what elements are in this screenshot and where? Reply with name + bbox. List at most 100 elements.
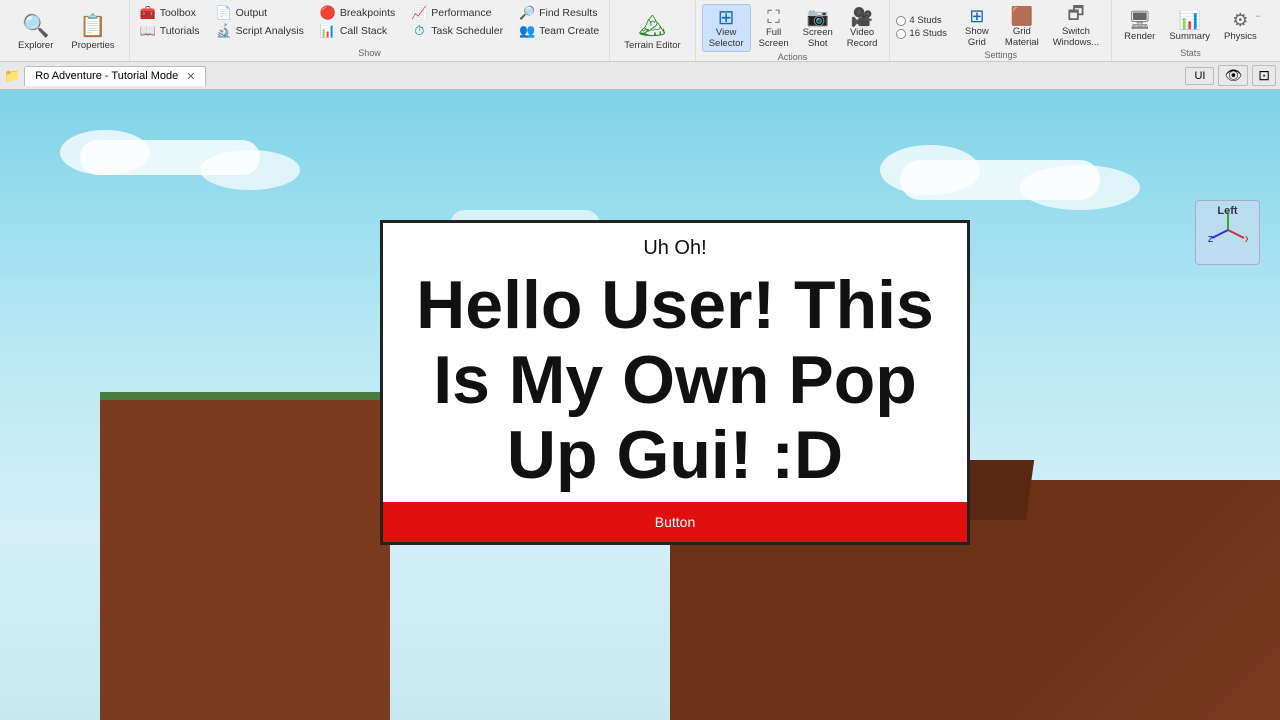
render-icon: 🖥 bbox=[1130, 11, 1150, 31]
breakpoints-icon: 🔴 bbox=[320, 5, 336, 21]
full-screen-label: FullScreen bbox=[759, 27, 789, 49]
cloud-5 bbox=[880, 145, 980, 195]
tutorials-button[interactable]: 📖 Tutorials bbox=[136, 22, 204, 40]
16-studs-label: 16 Studs bbox=[909, 28, 947, 39]
physics-icon: ⚙ bbox=[1230, 11, 1250, 31]
summary-label: Summary bbox=[1169, 31, 1210, 42]
video-record-button[interactable]: 🎥 VideoRecord bbox=[841, 5, 884, 51]
toolbox-button[interactable]: 🧰 Toolbox bbox=[136, 4, 204, 22]
grid-material-icon: 🟫 bbox=[1012, 6, 1032, 26]
tab-icon-area: 📁 bbox=[4, 68, 20, 84]
physics-label: Physics bbox=[1224, 31, 1257, 42]
task-scheduler-icon: ⏱ bbox=[411, 23, 427, 39]
explorer-label: Explorer bbox=[18, 40, 53, 51]
explorer-icon: 🔍 bbox=[22, 12, 50, 40]
toolbar-group-settings: 4 Studs 16 Studs ⊞ ShowGrid 🟫 GridMateri… bbox=[890, 0, 1112, 61]
terrain-brown-left bbox=[100, 400, 390, 720]
screen-shot-button[interactable]: 📷 ScreenShot bbox=[797, 5, 839, 51]
toolbar-group-stats: 🖥 Render 📊 Summary ⚙ Physics − Stats bbox=[1112, 0, 1269, 61]
toolbox-tutorials-group: 🧰 Toolbox 📖 Tutorials bbox=[136, 4, 204, 40]
explorer-button[interactable]: 🔍 Explorer bbox=[10, 10, 61, 53]
find-team-group: 🔎 Find Results 👥 Team Create bbox=[515, 4, 603, 40]
ro-adventure-tab[interactable]: Ro Adventure - Tutorial Mode ✕ bbox=[24, 66, 206, 86]
full-screen-icon: ⛶ bbox=[764, 7, 784, 27]
visibility-button[interactable]: 👁 bbox=[1218, 65, 1248, 86]
4-studs-radio[interactable] bbox=[896, 16, 906, 26]
tab-close-button[interactable]: ✕ bbox=[186, 70, 195, 83]
popup-button[interactable]: Button bbox=[383, 502, 967, 542]
cloud-6 bbox=[1020, 165, 1140, 210]
svg-text:Y: Y bbox=[1225, 210, 1231, 215]
switch-windows-button[interactable]: 🗗 SwitchWindows... bbox=[1047, 4, 1105, 50]
output-script-group: 📄 Output 🔬 Script Analysis bbox=[212, 4, 308, 40]
toolbar-group-explore: 🔍 Explorer 📋 Properties bbox=[4, 0, 130, 61]
grid-material-button[interactable]: 🟫 GridMaterial bbox=[999, 4, 1045, 50]
breakpoints-button[interactable]: 🔴 Breakpoints bbox=[316, 4, 399, 22]
toolbar: 🔍 Explorer 📋 Properties 🧰 Toolbox 📖 Tuto… bbox=[0, 0, 1280, 62]
svg-text:X: X bbox=[1245, 235, 1248, 244]
toolbar-group-show: 🧰 Toolbox 📖 Tutorials 📄 Output 🔬 Script … bbox=[130, 0, 611, 61]
stud-radio-group: 4 Studs 16 Studs bbox=[896, 15, 947, 39]
switch-windows-icon: 🗗 bbox=[1066, 6, 1086, 26]
grid-toggle-button[interactable]: ⊡ bbox=[1252, 65, 1276, 86]
physics-minus: − bbox=[1255, 11, 1260, 21]
ui-toggle-group: UI 👁 ⊡ bbox=[1185, 65, 1276, 86]
task-scheduler-button[interactable]: ⏱ Task Scheduler bbox=[407, 22, 507, 40]
view-selector-label: ViewSelector bbox=[709, 27, 744, 49]
show-group-label: Show bbox=[358, 48, 381, 59]
script-analysis-button[interactable]: 🔬 Script Analysis bbox=[212, 22, 308, 40]
output-button[interactable]: 📄 Output bbox=[212, 4, 308, 22]
breakpoints-callstack-group: 🔴 Breakpoints 📊 Call Stack bbox=[316, 4, 399, 40]
tutorials-icon: 📖 bbox=[140, 23, 156, 39]
call-stack-button[interactable]: 📊 Call Stack bbox=[316, 22, 399, 40]
stats-group-label: Stats bbox=[1180, 48, 1201, 59]
cloud-3 bbox=[200, 150, 300, 190]
properties-label: Properties bbox=[71, 40, 114, 51]
view-selector-button[interactable]: ⊞ ViewSelector bbox=[702, 4, 751, 52]
summary-button[interactable]: 📊 Summary bbox=[1163, 9, 1216, 44]
find-results-button[interactable]: 🔎 Find Results bbox=[515, 4, 603, 22]
popup-dialog: Uh Oh! Hello User! This Is My Own Pop Up… bbox=[380, 220, 970, 545]
performance-icon: 📈 bbox=[411, 5, 427, 21]
svg-text:Z: Z bbox=[1208, 235, 1213, 244]
ui-toggle-button[interactable]: UI bbox=[1185, 67, 1214, 85]
performance-button[interactable]: 📈 Performance bbox=[407, 4, 507, 22]
team-create-button[interactable]: 👥 Team Create bbox=[515, 22, 603, 40]
toolbox-icon: 🧰 bbox=[140, 5, 156, 21]
screen-shot-icon: 📷 bbox=[808, 7, 828, 27]
popup-title: Uh Oh! bbox=[383, 223, 967, 264]
popup-body: Hello User! This Is My Own Pop Up Gui! :… bbox=[383, 264, 967, 502]
viewport: Left X Y Z Uh Oh! Hello User! This Is My… bbox=[0, 90, 1280, 720]
properties-button[interactable]: 📋 Properties bbox=[63, 10, 122, 53]
team-create-icon: 👥 bbox=[519, 23, 535, 39]
tab-label: Ro Adventure - Tutorial Mode bbox=[35, 70, 178, 82]
4-studs-label: 4 Studs bbox=[909, 15, 941, 26]
screen-shot-label: ScreenShot bbox=[803, 27, 833, 49]
full-screen-button[interactable]: ⛶ FullScreen bbox=[753, 5, 795, 51]
terrain-editor-label: Terrain Editor bbox=[624, 40, 681, 51]
16-studs-radio[interactable] bbox=[896, 29, 906, 39]
compass-axes: X Y Z bbox=[1208, 210, 1248, 250]
settings-group-label: Settings bbox=[985, 50, 1018, 61]
cloud-2 bbox=[60, 130, 150, 175]
toolbar-group-terrain: 🏔 Terrain Editor bbox=[610, 0, 696, 61]
show-grid-button[interactable]: ⊞ ShowGrid bbox=[957, 4, 997, 50]
compass-box: Left X Y Z bbox=[1195, 200, 1260, 265]
script-analysis-icon: 🔬 bbox=[216, 23, 232, 39]
render-label: Render bbox=[1124, 31, 1155, 42]
terrain-editor-button[interactable]: 🏔 Terrain Editor bbox=[616, 10, 689, 53]
tabbar: 📁 Ro Adventure - Tutorial Mode ✕ UI 👁 ⊡ bbox=[0, 62, 1280, 90]
4-studs-option[interactable]: 4 Studs bbox=[896, 15, 947, 26]
terrain-editor-icon: 🏔 bbox=[638, 12, 666, 40]
summary-icon: 📊 bbox=[1180, 11, 1200, 31]
perf-task-group: 📈 Performance ⏱ Task Scheduler bbox=[407, 4, 507, 40]
show-grid-icon: ⊞ bbox=[967, 6, 987, 26]
properties-icon: 📋 bbox=[79, 12, 107, 40]
16-studs-option[interactable]: 16 Studs bbox=[896, 28, 947, 39]
actions-group-label: Actions bbox=[778, 52, 808, 63]
call-stack-icon: 📊 bbox=[320, 23, 336, 39]
video-record-label: VideoRecord bbox=[847, 27, 878, 49]
view-selector-icon: ⊞ bbox=[716, 7, 736, 27]
physics-button[interactable]: ⚙ Physics − bbox=[1218, 9, 1263, 44]
render-button[interactable]: 🖥 Render bbox=[1118, 9, 1161, 44]
